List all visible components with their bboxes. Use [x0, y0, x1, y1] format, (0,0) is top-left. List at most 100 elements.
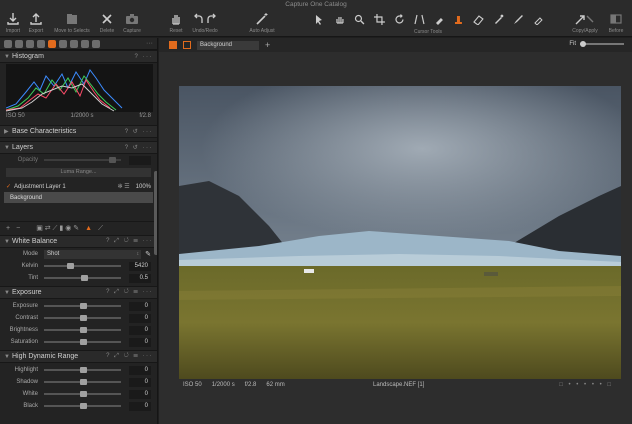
- eraser-icon[interactable]: [473, 14, 485, 25]
- add-layer-icon[interactable]: +: [265, 40, 270, 50]
- window-title-bar: Capture One Catalog: [0, 0, 632, 9]
- output-tab-icon[interactable]: [81, 40, 89, 48]
- section-actions-icon[interactable]: ? ↺ ···: [125, 144, 153, 151]
- brightness-value[interactable]: 0: [129, 325, 151, 335]
- white-balance-header[interactable]: ▼ White Balance ? ⤢ ↺ ☰ ···: [0, 235, 157, 248]
- white-value[interactable]: 0: [129, 389, 151, 399]
- chevron-down-icon: ▼: [4, 53, 10, 60]
- keystone-icon[interactable]: [414, 14, 425, 25]
- zoom-icon[interactable]: [354, 14, 365, 25]
- draw-mask-icon[interactable]: ▲: [85, 225, 92, 232]
- export-button[interactable]: Export: [25, 9, 47, 37]
- shadow-slider[interactable]: [44, 379, 121, 385]
- remove-layer-icon[interactable]: −: [16, 225, 20, 232]
- shadow-value[interactable]: 0: [129, 377, 151, 387]
- zoom-slider[interactable]: [580, 41, 624, 47]
- saturation-slider[interactable]: [44, 339, 121, 345]
- lens-tab-icon[interactable]: [26, 40, 34, 48]
- delete-button[interactable]: Delete: [96, 9, 118, 37]
- move-to-selects-button[interactable]: Move to Selects: [49, 9, 95, 37]
- landscape-photo[interactable]: [179, 86, 621, 379]
- pan-hand-icon[interactable]: [334, 14, 345, 25]
- wb-mode-select[interactable]: Shot: [44, 249, 142, 259]
- fit-label[interactable]: Fit: [569, 41, 576, 47]
- layer-select[interactable]: Background: [197, 40, 259, 50]
- base-characteristics-header[interactable]: ▶ Base Characteristics ? ↺ ···: [0, 125, 157, 138]
- capture-tab-icon[interactable]: [15, 40, 23, 48]
- reset-button[interactable]: Reset: [166, 9, 186, 37]
- layer-item[interactable]: ✓ Adjustment Layer 1 ✻ ☰ 100%: [0, 181, 157, 192]
- layer-mask-icon[interactable]: ✻ ☰: [118, 183, 130, 190]
- layer-tools: + − ▣ ⇄ ⟋ ▮ ◉ ✎ ▲ ⟋: [0, 221, 157, 235]
- black-slider[interactable]: [44, 403, 121, 409]
- exposure-header[interactable]: ▼ Exposure ? ⤢ ↺ ☰ ···: [0, 286, 157, 299]
- info-aperture: f/2.8: [244, 382, 257, 388]
- layer-check-icon[interactable]: ✓: [6, 183, 11, 190]
- heal-icon[interactable]: [533, 14, 544, 25]
- before-button[interactable]: Before: [604, 9, 628, 37]
- window-title: Capture One Catalog: [285, 1, 347, 8]
- single-view-icon[interactable]: [183, 41, 191, 49]
- add-layer-icon[interactable]: +: [6, 225, 10, 232]
- draw-mask-icon[interactable]: [453, 14, 464, 25]
- highlight-value[interactable]: 0: [129, 365, 151, 375]
- exposure-tab-icon[interactable]: [48, 40, 56, 48]
- exposure-slider[interactable]: [44, 303, 121, 309]
- pick-color-icon[interactable]: [493, 14, 504, 25]
- rotate-icon[interactable]: [394, 14, 405, 25]
- brightness-slider[interactable]: [44, 327, 121, 333]
- tint-slider[interactable]: [44, 275, 121, 281]
- erase-mask-icon[interactable]: ⟋: [98, 225, 103, 233]
- grid-view-icon[interactable]: [169, 41, 177, 49]
- layers-header[interactable]: ▼ Layers ? ↺ ···: [0, 141, 157, 154]
- copy-apply-button[interactable]: Copy/Apply: [570, 9, 600, 37]
- undo-redo-icon: [194, 13, 216, 23]
- select-arrow-icon[interactable]: [314, 14, 325, 25]
- exposure-value[interactable]: 0: [129, 301, 151, 311]
- section-actions-icon[interactable]: ? ···: [135, 54, 154, 60]
- library-tab-icon[interactable]: [4, 40, 12, 48]
- copy-apply-label: Copy/Apply: [572, 28, 598, 34]
- tint-value[interactable]: 0.5: [129, 273, 151, 283]
- more-icon[interactable]: ···: [146, 40, 153, 47]
- layer-item-background[interactable]: Background: [4, 192, 153, 203]
- exposure-title: Exposure: [12, 289, 42, 296]
- auto-adjust-button[interactable]: Auto Adjust: [244, 9, 280, 37]
- section-actions-icon[interactable]: ? ⤢ ↺ ☰ ···: [106, 353, 153, 360]
- undo-redo-button[interactable]: Undo/Redo: [188, 9, 222, 37]
- saturation-value[interactable]: 0: [129, 337, 151, 347]
- black-value[interactable]: 0: [129, 401, 151, 411]
- annotate-icon[interactable]: [513, 14, 524, 25]
- opacity-slider[interactable]: [44, 157, 121, 163]
- metadata-tab-icon[interactable]: [70, 40, 78, 48]
- crop-icon[interactable]: [373, 14, 385, 25]
- histogram-header[interactable]: ▼ Histogram ? ···: [0, 50, 157, 63]
- info-filename: Landscape.NEF [1]: [373, 382, 425, 388]
- rating-dots-icon[interactable]: □ • • • • • □: [559, 382, 613, 388]
- shadow-row: Shadow 0: [0, 376, 157, 388]
- import-button[interactable]: Import: [2, 9, 24, 37]
- eyedropper-icon[interactable]: ✎: [145, 250, 151, 258]
- chevron-down-icon: ▼: [4, 144, 10, 151]
- capture-button[interactable]: Capture: [120, 9, 144, 37]
- contrast-value[interactable]: 0: [129, 313, 151, 323]
- section-actions-icon[interactable]: ? ⤢ ↺ ☰ ···: [106, 289, 153, 296]
- luma-range-button[interactable]: Luma Range...: [6, 168, 151, 177]
- color-tab-icon[interactable]: [37, 40, 45, 48]
- highlight-slider[interactable]: [44, 367, 121, 373]
- kelvin-slider[interactable]: [44, 263, 121, 269]
- details-tab-icon[interactable]: [59, 40, 67, 48]
- tool-panel-scrollbar[interactable]: [154, 171, 157, 255]
- kelvin-value[interactable]: 5420: [129, 261, 151, 271]
- zoom-controls: Fit: [569, 41, 624, 47]
- section-actions-icon[interactable]: ? ↺ ···: [125, 128, 153, 135]
- opacity-value-box[interactable]: [129, 155, 151, 165]
- contrast-slider[interactable]: [44, 315, 121, 321]
- hdr-header[interactable]: ▼ High Dynamic Range ? ⤢ ↺ ☰ ···: [0, 350, 157, 363]
- settings-tab-icon[interactable]: [92, 40, 100, 48]
- layer-tool-icons[interactable]: ▣ ⇄ ⟋ ▮ ◉ ✎: [36, 224, 79, 233]
- brush-mask-icon[interactable]: [434, 14, 445, 25]
- white-slider[interactable]: [44, 391, 121, 397]
- layers-title: Layers: [12, 144, 34, 151]
- section-actions-icon[interactable]: ? ⤢ ↺ ☰ ···: [106, 238, 153, 245]
